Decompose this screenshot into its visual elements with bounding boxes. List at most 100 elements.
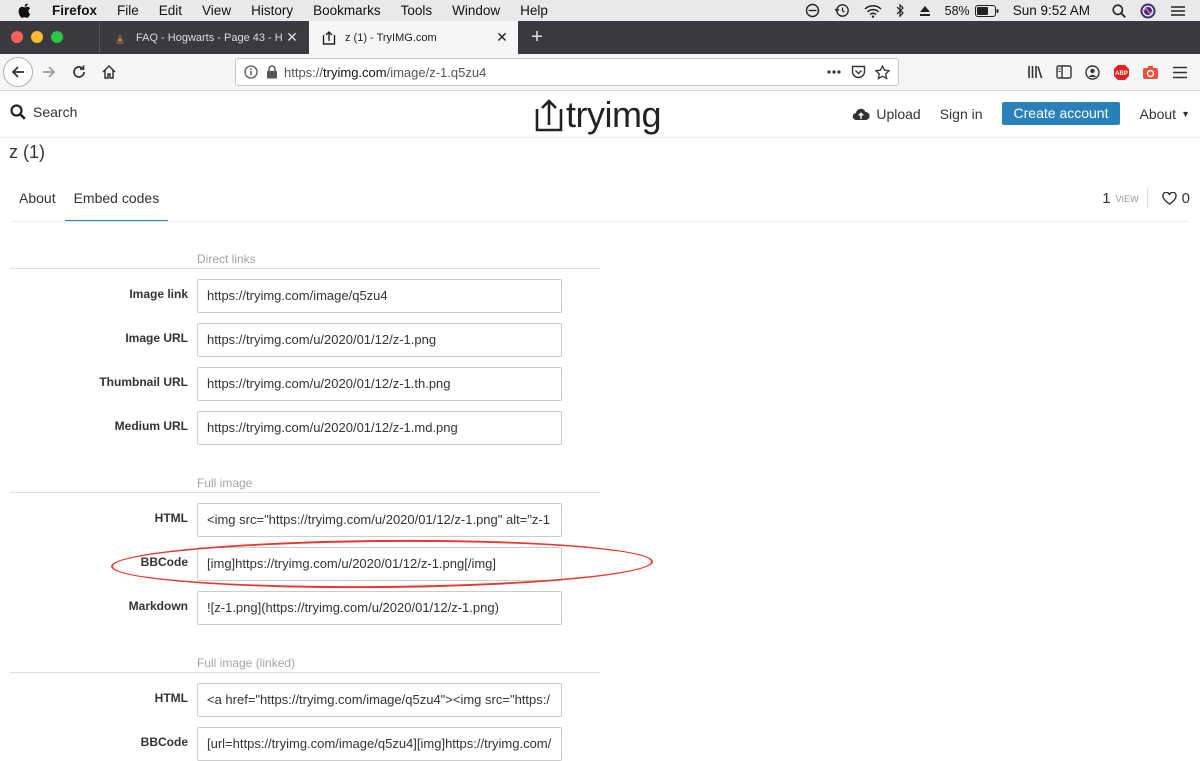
battery-status[interactable]: 58% [945,4,999,18]
search-label: Search [33,104,78,120]
embed-row-thumbnail-url: Thumbnail URL https://tryimg.com/u/2020/… [10,367,590,401]
menu-help[interactable]: Help [520,3,548,18]
spotlight-search-icon[interactable] [1112,3,1126,18]
embed-label: HTML [154,691,188,705]
embed-code-input[interactable]: https://tryimg.com/u/2020/01/12/z-1.th.p… [197,367,562,401]
apple-icon[interactable] [18,3,36,18]
pocket-icon[interactable] [846,62,870,82]
embed-code-input[interactable]: https://tryimg.com/u/2020/01/12/z-1.png [197,323,562,357]
tab-embed-codes[interactable]: Embed codes [64,180,169,222]
site-info-icon[interactable] [244,65,258,79]
embed-code-input[interactable]: [url=https://tryimg.com/image/q5zu4][img… [197,727,562,761]
back-button[interactable] [3,57,33,87]
focus-icon[interactable] [805,3,820,18]
caret-down-icon: ▼ [1181,108,1190,119]
upload-button[interactable]: Upload [852,105,921,122]
embed-label: Markdown [128,599,188,613]
screenshot-extension-icon[interactable] [1136,59,1165,85]
close-window-button[interactable] [11,31,23,43]
library-icon[interactable] [1020,59,1049,85]
menubar-status-area: 58% Sun 9:52 AM [805,0,1200,21]
forward-button[interactable] [34,57,64,87]
control-strip-icon[interactable] [1170,5,1186,17]
image-stats: 1 VIEW 0 [1102,188,1190,208]
close-tab-icon[interactable]: ✕ [492,28,512,48]
embed-label: Image link [129,287,188,301]
menu-view[interactable]: View [202,3,231,18]
embed-label: Image URL [125,331,188,345]
embed-label: Thumbnail URL [99,375,188,389]
view-count: 1 [1102,189,1111,207]
cloud-upload-icon [853,108,870,120]
menu-file[interactable]: File [117,3,139,18]
embed-row-linked-html: HTML <a href="https://tryimg.com/image/q… [10,683,590,717]
battery-icon [974,4,999,17]
about-dropdown[interactable]: About ▼ [1139,106,1190,122]
heart-icon[interactable] [1161,191,1177,205]
tryimg-logo[interactable]: tryimg [534,94,662,136]
zoom-window-button[interactable] [51,31,63,43]
sign-in-link[interactable]: Sign in [940,106,983,122]
embed-label: HTML [154,511,188,525]
menu-bookmarks[interactable]: Bookmarks [313,3,381,18]
embed-row-image-url: Image URL https://tryimg.com/u/2020/01/1… [10,323,590,357]
menu-edit[interactable]: Edit [159,3,182,18]
view-count-label: VIEW [1116,188,1148,208]
wifi-icon[interactable] [864,4,882,18]
upload-label: Upload [876,105,921,122]
embed-label: BBCode [140,555,188,569]
home-button[interactable] [94,57,124,87]
embed-label: Medium URL [114,419,188,433]
url-prefix: https:// [284,64,324,80]
logo-text: tryimg [566,94,662,135]
bookmark-star-icon[interactable] [870,62,894,82]
create-account-button[interactable]: Create account [1001,102,1121,125]
minimize-window-button[interactable] [31,31,43,43]
adblock-icon[interactable]: ABP [1107,59,1136,85]
battery-percent: 58% [944,3,970,18]
embed-code-input[interactable]: <a href="https://tryimg.com/image/q5zu4"… [197,683,562,717]
section-heading-full-image: Full image [10,477,600,493]
macos-menubar: Firefox File Edit View History Bookmarks… [0,0,1200,21]
reload-button[interactable] [64,57,94,87]
time-machine-icon[interactable] [834,3,850,18]
embed-code-input[interactable]: https://tryimg.com/image/q5zu4 [197,279,562,313]
tryimg-favicon-icon [321,30,337,46]
url-text: https://tryimg.com/image/z-1.q5zu4 [284,65,486,80]
menu-window[interactable]: Window [452,3,500,18]
header-actions: Upload Sign in Create account About ▼ [852,102,1190,125]
embed-code-input[interactable]: https://tryimg.com/u/2020/01/12/z-1.md.p… [197,411,562,445]
site-header: Search tryimg Upload Sign in Create acco… [0,92,1200,138]
tab-about[interactable]: About [10,180,65,222]
embed-code-input[interactable]: [img]https://tryimg.com/u/2020/01/12/z-1… [197,547,562,581]
embed-row-linked-bbcode: BBCode [url=https://tryimg.com/image/q5z… [10,727,590,761]
browser-nav-bar: https://tryimg.com/image/z-1.q5zu4 ABP [0,54,1200,91]
bluetooth-icon[interactable] [896,3,905,18]
hamburger-menu-icon[interactable] [1165,59,1194,85]
page-actions-icon[interactable] [822,62,846,82]
menu-app-firefox[interactable]: Firefox [52,3,97,18]
tab-tryimg[interactable]: z (1) - TryIMG.com ✕ [309,21,518,54]
close-tab-icon[interactable]: ✕ [282,28,302,48]
menu-tools[interactable]: Tools [401,3,433,18]
upload-box-logo-icon [535,99,563,132]
eject-icon[interactable] [919,5,931,17]
padlock-icon[interactable] [266,65,278,79]
menubar-clock[interactable]: Sun 9:52 AM [1013,3,1090,18]
new-tab-icon[interactable]: + [525,25,549,49]
svg-text:ABP: ABP [1115,71,1128,77]
url-path: /image/z-1.q5zu4 [386,64,487,80]
tab-faq-hogwarts[interactable]: FAQ - Hogwarts - Page 43 - Ho ✕ [99,21,308,54]
tab-title: z (1) - TryIMG.com [345,31,437,44]
embed-code-input[interactable]: ![z-1.png](https://tryimg.com/u/2020/01/… [197,591,562,625]
search-button[interactable]: Search [10,104,77,120]
about-label: About [1139,105,1177,122]
embed-code-input[interactable]: <img src="https://tryimg.com/u/2020/01/1… [197,503,562,537]
tab-title: FAQ - Hogwarts - Page 43 - Ho [136,31,282,44]
account-icon[interactable] [1078,59,1107,85]
menu-history[interactable]: History [251,3,293,18]
siri-icon[interactable] [1140,3,1156,19]
sidebar-toggle-icon[interactable] [1049,59,1078,85]
url-bar[interactable]: https://tryimg.com/image/z-1.q5zu4 [235,58,899,86]
hogwarts-favicon-icon [112,30,128,46]
